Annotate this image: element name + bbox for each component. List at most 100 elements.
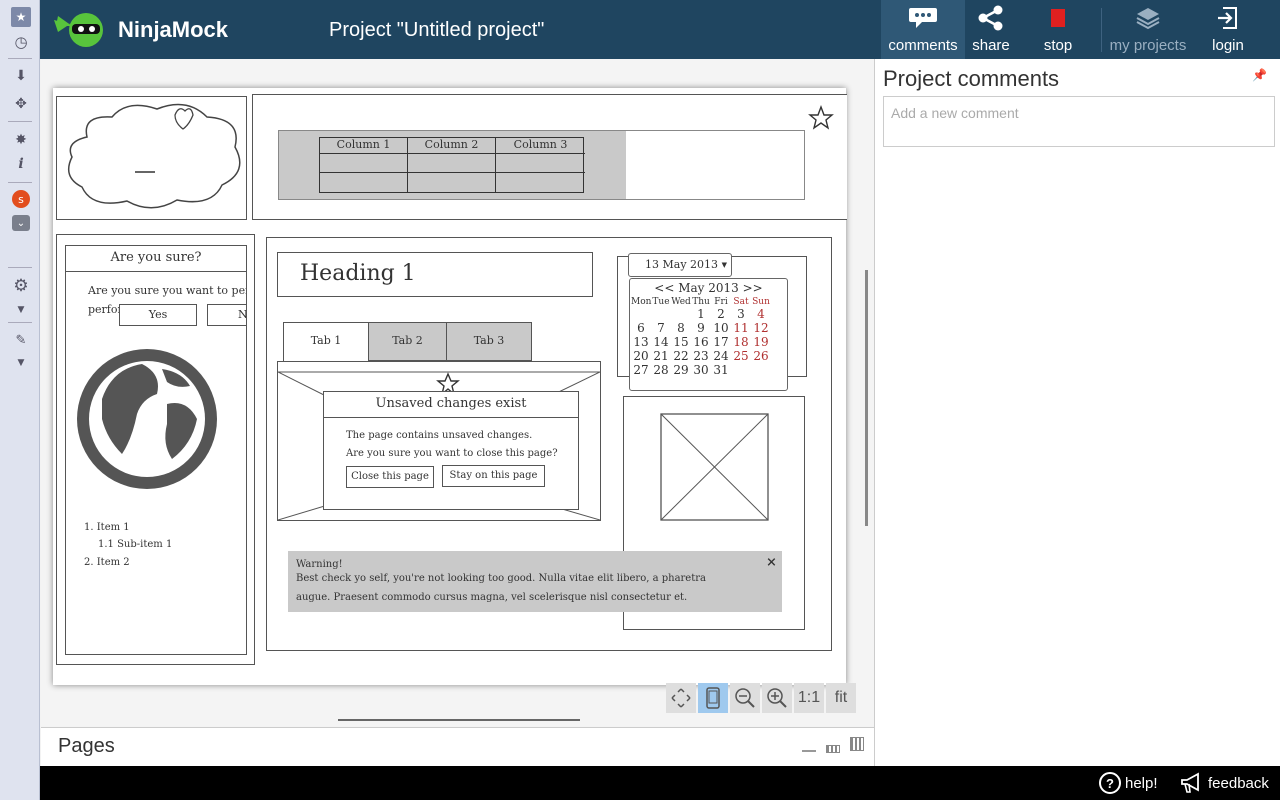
calendar-day[interactable]: 17 <box>711 335 731 349</box>
stop-label: stop <box>1043 37 1073 54</box>
alert-line: augue. Praesent commodo cursus magna, ve… <box>296 592 688 603</box>
unsaved-dialog[interactable]: Unsaved changes exist The page contains … <box>323 391 579 510</box>
tab-2[interactable]: Tab 2 <box>369 322 447 361</box>
stumbleupon-icon[interactable]: s <box>12 190 30 208</box>
calendar-day[interactable]: 21 <box>651 349 671 363</box>
calendar-day[interactable]: 12 <box>751 321 771 335</box>
table-cell <box>320 154 408 173</box>
burst-icon[interactable]: ✸ <box>11 130 31 150</box>
divider <box>8 267 32 268</box>
help-link[interactable]: ? help! <box>1099 772 1158 794</box>
main-panel[interactable]: Heading 1 Tab 1 Tab 2 Tab 3 Unsaved chan… <box>266 237 832 651</box>
calendar-day[interactable]: 9 <box>691 321 711 335</box>
zoom-actual-size-button[interactable]: 1:1 <box>794 683 824 713</box>
calendar-day[interactable]: 31 <box>711 363 731 377</box>
chevron-down-icon[interactable]: ▼ <box>11 300 31 320</box>
feedback-link[interactable]: feedback <box>1180 772 1269 794</box>
dialog-left[interactable]: Are you sure? Are you sure you want to p… <box>65 245 247 655</box>
zoom-in-icon[interactable] <box>762 683 792 713</box>
calendar-day[interactable]: 25 <box>731 349 751 363</box>
horizontal-scrollbar[interactable] <box>338 719 580 721</box>
calendar-day[interactable]: 18 <box>731 335 751 349</box>
calendar-day[interactable]: 29 <box>671 363 691 377</box>
cloud-panel[interactable] <box>56 96 247 220</box>
calendar-day[interactable]: 23 <box>691 349 711 363</box>
calendar-day[interactable]: 4 <box>751 307 771 321</box>
pin-icon[interactable]: 📌 <box>1252 68 1267 82</box>
pages-title: Pages <box>58 735 115 757</box>
date-value: 13 May 2013 <box>645 258 719 271</box>
data-table[interactable]: Column 1 Column 2 Column 3 <box>319 137 585 193</box>
calendar-day[interactable]: 15 <box>671 335 691 349</box>
grid-view-icon[interactable] <box>850 737 864 751</box>
date-input[interactable]: 13 May 2013 ▼ <box>628 253 732 277</box>
divider <box>8 121 32 122</box>
extension-icon[interactable]: ✎ <box>11 330 31 350</box>
pan-icon[interactable] <box>666 683 696 713</box>
tab-1[interactable]: Tab 1 <box>283 322 369 361</box>
yes-button[interactable]: Yes <box>119 304 197 326</box>
vertical-scrollbar[interactable] <box>865 270 868 526</box>
datepicker-frame[interactable]: 13 May 2013 ▼ << May 2013 >> Mon Tue Wed… <box>617 253 807 391</box>
clock-icon[interactable]: ◷ <box>11 32 31 52</box>
calendar-day[interactable]: 22 <box>671 349 691 363</box>
calendar-day[interactable]: 28 <box>651 363 671 377</box>
calendar-day[interactable]: 26 <box>751 349 771 363</box>
minimize-icon[interactable] <box>802 750 816 752</box>
mockup-page[interactable]: Column 1 Column 2 Column 3 Are you sure?… <box>53 88 847 685</box>
puzzle-icon[interactable]: ✥ <box>11 94 31 114</box>
star-icon[interactable]: ★ <box>11 7 31 27</box>
no-button[interactable]: N <box>207 304 246 326</box>
calendar-day[interactable]: 1 <box>691 307 711 321</box>
device-icon[interactable] <box>698 683 728 713</box>
login-icon <box>1217 3 1239 33</box>
calendar-day[interactable]: 24 <box>711 349 731 363</box>
calendar-week: 27 28 29 30 31 <box>631 363 786 377</box>
download-icon[interactable]: ⬇ <box>11 66 31 86</box>
calendar-day[interactable]: 13 <box>631 335 651 349</box>
chevron-down-icon[interactable]: ▼ <box>11 353 31 373</box>
login-button[interactable]: login <box>1186 0 1270 59</box>
calendar-day[interactable]: 8 <box>671 321 691 335</box>
dialog-title: Unsaved changes exist <box>324 392 578 418</box>
calendar-day[interactable]: 11 <box>731 321 751 335</box>
calendar-day[interactable]: 2 <box>711 307 731 321</box>
my-projects-button[interactable]: my projects <box>1106 0 1190 59</box>
calendar-day[interactable]: 14 <box>651 335 671 349</box>
calendar-day[interactable]: 30 <box>691 363 711 377</box>
tab-3[interactable]: Tab 3 <box>447 322 532 361</box>
table-panel[interactable]: Column 1 Column 2 Column 3 <box>252 94 847 220</box>
close-icon[interactable]: × <box>766 555 777 570</box>
list-view-icon[interactable] <box>826 745 840 753</box>
divider <box>8 58 32 59</box>
project-title[interactable]: Project "Untitled project" <box>329 19 544 42</box>
calendar-day[interactable]: 27 <box>631 363 651 377</box>
calendar-header[interactable]: << May 2013 >> <box>631 281 786 297</box>
calendar-day[interactable]: 6 <box>631 321 651 335</box>
calendar-week: 6 7 8 9 10 11 12 <box>631 321 786 335</box>
app-logo[interactable]: NinjaMock <box>52 8 252 52</box>
stop-button[interactable]: stop <box>1016 0 1100 59</box>
close-page-button[interactable]: Close this page <box>346 466 434 488</box>
pocket-icon[interactable]: ⌄ <box>12 215 30 231</box>
calendar-day[interactable]: 7 <box>651 321 671 335</box>
calendar-day[interactable]: 16 <box>691 335 711 349</box>
star-icon[interactable] <box>808 105 834 131</box>
calendar-day[interactable]: 10 <box>711 321 731 335</box>
stay-page-button[interactable]: Stay on this page <box>442 465 545 487</box>
weekday: Thu <box>692 297 710 307</box>
info-icon[interactable]: i <box>11 154 31 174</box>
settings-gear-icon[interactable]: ⚙ <box>11 276 31 296</box>
comment-input[interactable] <box>883 96 1275 147</box>
bottom-bar <box>40 766 1280 800</box>
warning-alert[interactable]: Warning! Best check yo self, you're not … <box>288 551 782 612</box>
calendar-day[interactable]: 20 <box>631 349 651 363</box>
tab-bar[interactable]: Tab 1 Tab 2 Tab 3 <box>283 322 532 361</box>
calendar-day[interactable]: 19 <box>751 335 771 349</box>
calendar[interactable]: << May 2013 >> Mon Tue Wed Thu Fri Sat S… <box>629 278 788 391</box>
left-panel[interactable]: Are you sure? Are you sure you want to p… <box>56 234 255 665</box>
tab-content[interactable]: Unsaved changes exist The page contains … <box>277 361 601 521</box>
calendar-day[interactable]: 3 <box>731 307 751 321</box>
zoom-fit-button[interactable]: fit <box>826 683 856 713</box>
zoom-out-icon[interactable] <box>730 683 760 713</box>
